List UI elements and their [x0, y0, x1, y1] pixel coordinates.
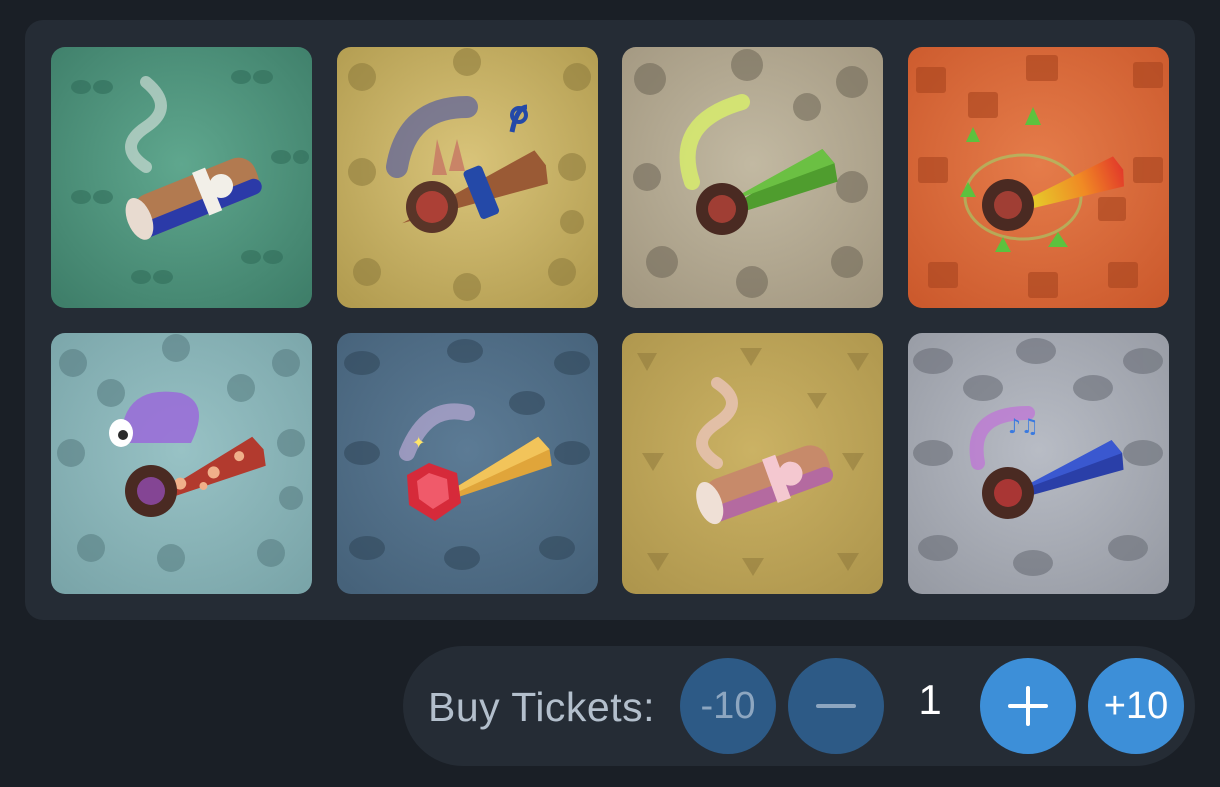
item-tile-3[interactable] [622, 47, 883, 308]
item-tile-2[interactable] [337, 47, 598, 308]
blue-music-joint-icon: ♪♫ [969, 406, 1124, 519]
decrement-button[interactable] [788, 658, 884, 754]
buy-tickets-label: Buy Tickets: [428, 684, 656, 730]
item-tile-5[interactable] [51, 333, 312, 594]
rainbow-joint-icon [960, 107, 1124, 252]
item-tile-6[interactable]: ✦ [337, 333, 598, 594]
green-leaf-joint-icon [679, 94, 838, 235]
svg-text:✦: ✦ [412, 433, 425, 452]
pink-cigar-icon [696, 377, 834, 525]
minus-icon [816, 704, 856, 708]
ticket-quantity: 1 [918, 676, 942, 723]
minus-10-button[interactable]: -10 [680, 658, 776, 754]
plus-icon [1008, 686, 1048, 726]
item-tile-4[interactable] [908, 47, 1169, 308]
item-tile-1[interactable] [51, 47, 312, 308]
plus-10-button[interactable]: +10 [1088, 658, 1184, 754]
increment-button[interactable] [980, 658, 1076, 754]
cigar-icon [125, 76, 262, 240]
svg-text:♪♫: ♪♫ [1008, 414, 1039, 438]
item-tile-7[interactable] [622, 333, 883, 594]
item-tile-8[interactable]: ♪♫ [908, 333, 1169, 594]
item-gallery: ✦ ♪♫ [25, 20, 1195, 620]
gold-ruby-joint-icon: ✦ [399, 403, 552, 521]
buy-tickets-bar: Buy Tickets: -10 1 +10 [403, 646, 1195, 766]
mushroom-ghost-joint-icon [109, 391, 266, 517]
spiked-collar-joint-icon [386, 96, 548, 233]
